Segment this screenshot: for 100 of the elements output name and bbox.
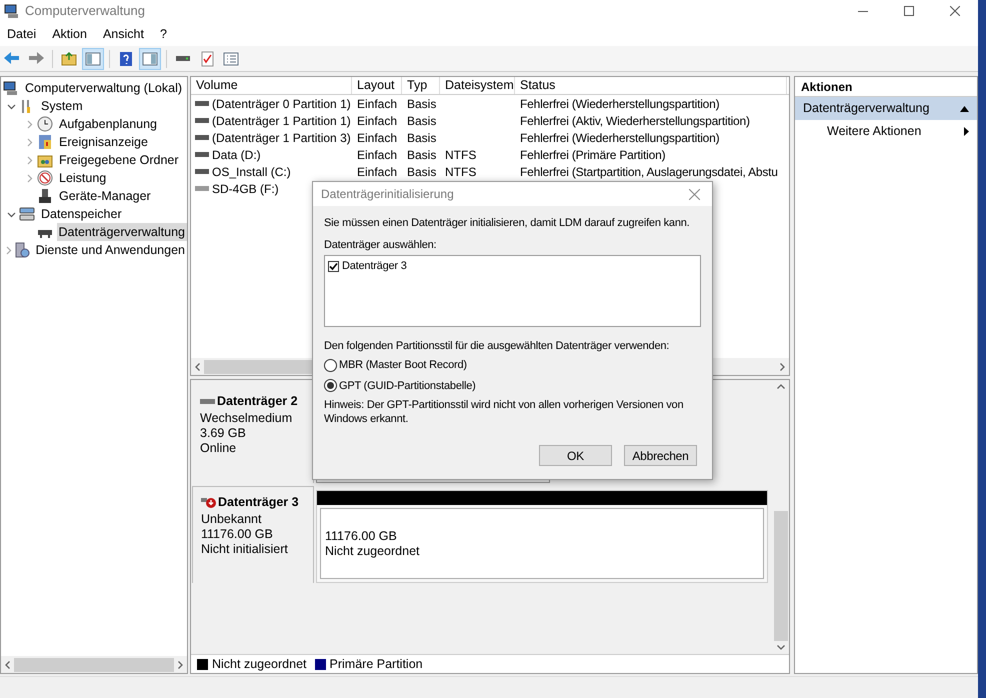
toolbar-button[interactable] — [139, 48, 161, 70]
disk-detail: Nicht initialisiert — [201, 542, 289, 557]
table-cell-text: Basis — [407, 130, 436, 146]
option-label[interactable]: GPT (GUID-Partitionstabelle) — [339, 378, 476, 394]
horizontal-scrollbar[interactable] — [1, 656, 187, 673]
table-cell-text: Einfach — [357, 130, 398, 146]
column-header[interactable]: Typ — [402, 77, 440, 94]
folder-icon — [60, 50, 78, 68]
field-label: Datenträger auswählen: — [324, 238, 438, 252]
table-cell-text: (Datenträger 1 Partition 3) — [212, 130, 351, 146]
option-label[interactable]: MBR (Master Boot Record) — [339, 357, 467, 374]
column-header[interactable]: Layout — [352, 77, 402, 94]
checkbox[interactable] — [328, 260, 339, 272]
menu-item[interactable]: ? — [154, 22, 172, 46]
radio-button[interactable] — [324, 379, 337, 392]
table-cell-text: Fehlerfrei (Wiederherstellungspartition) — [520, 96, 720, 112]
scroll-down-icon[interactable] — [776, 645, 784, 650]
column-header[interactable]: Status — [515, 77, 787, 94]
disk-detail: 3.69 GB — [200, 426, 247, 441]
dialog-title: Datenträgerinitialisierung — [321, 186, 454, 203]
legend-label: Nicht zugeordnet — [212, 656, 307, 673]
table-cell-text: Basis — [407, 164, 436, 180]
tree-item[interactable]: Leistung — [57, 168, 108, 188]
list-item[interactable]: Datenträger 3 — [342, 258, 407, 274]
chevron-down-icon[interactable] — [6, 210, 16, 218]
scroll-right-icon[interactable] — [178, 660, 183, 668]
scroll-right-icon[interactable] — [780, 362, 785, 370]
table-cell-text: Fehlerfrei (Wiederherstellungspartition) — [520, 130, 720, 146]
tree-item[interactable]: System — [39, 96, 85, 116]
menu-item[interactable]: Datei — [2, 22, 42, 46]
table-cell-text: NTFS — [445, 146, 476, 164]
table-cell-text: Fehlerfrei (Startpartition, Auslagerungsdatei, Abstu — [520, 164, 778, 180]
event-log-icon — [37, 134, 53, 150]
close-icon — [950, 6, 960, 16]
partition-size: 11176.00 GB — [325, 528, 398, 544]
radio-button[interactable] — [324, 358, 337, 372]
column-header[interactable]: Dateisystem — [440, 77, 515, 94]
disk-list[interactable]: Datenträger 3 — [324, 255, 701, 327]
maximize-icon — [904, 6, 914, 16]
tree-item[interactable]: Datenträgerverwaltung — [56, 222, 187, 242]
collapse-arrow-icon — [960, 106, 969, 112]
table-cell-text: Einfach — [357, 96, 398, 112]
legend-label: Primäre Partition — [330, 656, 423, 673]
scroll-up-icon[interactable] — [776, 384, 784, 389]
minimize-icon — [858, 10, 868, 12]
tree-item[interactable]: Computerverwaltung (Lokal) — [23, 78, 184, 98]
tree-item[interactable]: Geräte-Manager — [57, 186, 153, 206]
section-title: Datenträgerverwaltung — [803, 100, 930, 118]
toolbar-button[interactable] — [82, 48, 104, 70]
action-link[interactable]: Weitere Aktionen — [827, 122, 922, 141]
table-cell-text: SD-4GB (F:) — [212, 180, 279, 198]
table-cell-text: Basis — [407, 146, 436, 164]
tree-item[interactable]: Ereignisanzeige — [57, 132, 150, 152]
close-icon — [688, 188, 700, 200]
pane-icon — [141, 50, 159, 68]
disk-name: Datenträger 2 — [217, 393, 298, 410]
checkmark-icon — [329, 262, 338, 271]
table-cell-text: NTFS — [445, 164, 476, 180]
tree-item[interactable]: Dienste und Anwendungen — [34, 240, 187, 260]
column-header[interactable]: Volume — [191, 77, 352, 94]
actions-section[interactable]: Datenträgerverwaltung — [795, 97, 977, 120]
tree-item[interactable]: Datenspeicher — [39, 204, 124, 224]
scroll-left-icon[interactable] — [5, 660, 10, 668]
table-cell-text: (Datenträger 0 Partition 1) — [212, 96, 351, 112]
list-icon — [222, 50, 240, 68]
table-cell-text: Data (D:) — [212, 146, 261, 164]
table-cell-text: OS_Install (C:) — [212, 164, 291, 180]
menu-item[interactable]: Ansicht — [98, 22, 149, 46]
cancel-button[interactable]: Abbrechen — [624, 445, 697, 466]
window-title: Computerverwaltung — [25, 2, 145, 20]
disk-detail: 11176.00 GB — [201, 526, 274, 542]
clock-icon — [37, 116, 53, 132]
disk-detail: Online — [200, 440, 238, 456]
table-cell-text: Einfach — [357, 112, 398, 130]
table-cell-text: (Datenträger 1 Partition 1) — [212, 112, 351, 130]
services-icon — [14, 242, 30, 258]
menu-item[interactable]: Aktion — [47, 22, 92, 46]
partition-box[interactable]: 11176.00 GB Nicht zugeordnet — [316, 490, 768, 583]
table-cell-text: Basis — [407, 112, 436, 130]
field-label: Den folgenden Partitionsstil für die ausgewählten Datenträger verwenden: — [324, 339, 670, 353]
table-cell-text: Fehlerfrei (Primäre Partition) — [520, 146, 666, 164]
gauge-icon — [37, 170, 53, 186]
scroll-left-icon[interactable] — [195, 362, 200, 370]
disk-detail: Unbekannt — [201, 512, 262, 527]
note-text: Hinweis: Der GPT-Partitionsstil wird nicht von allen vorherigen Versionen von Windows erkannt. — [324, 398, 684, 426]
storage-icon — [19, 206, 35, 222]
submenu-arrow-icon — [964, 127, 969, 136]
table-cell-text: Basis — [407, 96, 436, 112]
computer-icon — [4, 3, 20, 19]
ok-button[interactable]: OK — [539, 445, 612, 466]
help-icon — [117, 50, 135, 68]
tree-item[interactable]: Freigegebene Ordner — [57, 150, 181, 170]
table-cell-text: Einfach — [357, 146, 398, 164]
pane-icon — [84, 50, 102, 68]
disk-name: Datenträger 3 — [218, 494, 299, 511]
computer-icon — [3, 80, 19, 96]
device-icon — [37, 188, 53, 204]
tree-item[interactable]: Aufgabenplanung — [57, 114, 160, 134]
chevron-down-icon[interactable] — [6, 102, 16, 110]
dialog-message: Sie müssen einen Datenträger initialisieren, damit LDM darauf zugreifen kann. — [324, 216, 691, 230]
